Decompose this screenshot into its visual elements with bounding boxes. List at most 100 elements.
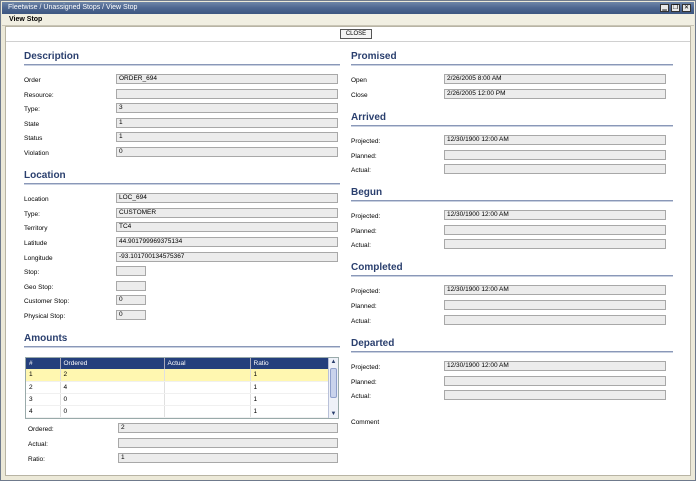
location-type-label: Type: — [24, 211, 40, 218]
table-cell: 1 — [26, 369, 61, 382]
scroll-up-icon[interactable]: ▲ — [329, 358, 338, 366]
ratio-field[interactable]: 1 — [118, 453, 338, 463]
location-divider — [24, 183, 340, 185]
completed-planned-label: Planned: — [351, 303, 377, 310]
state-label: State — [24, 121, 40, 128]
longitude-field[interactable]: -93.101700134575367 — [116, 252, 338, 262]
promised-divider — [351, 64, 673, 66]
actual-amount-label: Actual: — [28, 441, 48, 448]
description-divider — [24, 64, 340, 66]
arrived-planned-field[interactable] — [444, 150, 666, 160]
table-cell: 1 — [250, 405, 329, 418]
column-header[interactable]: Actual — [164, 358, 251, 369]
comment-label: Comment — [351, 419, 380, 426]
close-icon[interactable]: ✕ — [682, 4, 691, 12]
table-row[interactable]: 3 0 1 — [26, 393, 329, 406]
departed-projected-label: Projected: — [351, 364, 381, 371]
toolbar: CLOSE — [6, 27, 690, 41]
scroll-down-icon[interactable]: ▼ — [329, 410, 338, 418]
window-title: Fleetwise / Unassigned Stops / View Stop — [8, 4, 138, 11]
customer-stop-field[interactable]: 0 — [116, 295, 146, 305]
territory-field[interactable]: TC4 — [116, 222, 338, 232]
actual-amount-field[interactable] — [118, 438, 338, 448]
customer-stop-label: Customer Stop: — [24, 298, 70, 305]
ordered-field[interactable]: 2 — [118, 423, 338, 433]
begun-projected-label: Projected: — [351, 213, 381, 220]
stop-label: Stop: — [24, 269, 40, 276]
amounts-table: # Ordered Actual Ratio 1 2 1 2 4 1 3 0 1… — [26, 358, 329, 418]
departed-projected-field[interactable]: 12/30/1900 12:00 AM — [444, 361, 666, 371]
departed-title: Departed — [351, 338, 395, 349]
begun-actual-field[interactable] — [444, 239, 666, 249]
begun-planned-field[interactable] — [444, 225, 666, 235]
begun-planned-label: Planned: — [351, 228, 377, 235]
arrived-projected-field[interactable]: 12/30/1900 12:00 AM — [444, 135, 666, 145]
order-field[interactable]: ORDER_694 — [116, 74, 338, 84]
departed-planned-field[interactable] — [444, 376, 666, 386]
open-field[interactable]: 2/26/2005 8:00 AM — [444, 74, 666, 84]
scroll-thumb[interactable] — [330, 368, 337, 398]
table-cell: 0 — [60, 393, 165, 406]
close-label: Close — [351, 92, 368, 99]
begun-title: Begun — [351, 187, 383, 198]
amounts-grid[interactable]: # Ordered Actual Ratio 1 2 1 2 4 1 3 0 1… — [25, 357, 339, 419]
column-header[interactable]: Ordered — [60, 358, 165, 369]
window-controls: ▁ ❐ ✕ — [660, 4, 691, 12]
table-cell: 1 — [250, 369, 329, 382]
table-row[interactable]: 4 0 1 — [26, 405, 329, 418]
resource-field[interactable] — [116, 89, 338, 99]
latitude-label: Latitude — [24, 240, 48, 247]
departed-planned-label: Planned: — [351, 379, 377, 386]
arrived-actual-field[interactable] — [444, 164, 666, 174]
amounts-title: Amounts — [24, 333, 68, 344]
close-field[interactable]: 2/26/2005 12:00 PM — [444, 89, 666, 99]
type-field[interactable]: 3 — [116, 103, 338, 113]
ordered-label: Ordered: — [28, 426, 54, 433]
view-header: View Stop — [2, 14, 694, 26]
close-button[interactable]: CLOSE — [340, 29, 372, 39]
column-header[interactable]: # — [26, 358, 61, 369]
amounts-divider — [24, 346, 340, 348]
arrived-planned-label: Planned: — [351, 153, 377, 160]
state-field[interactable]: 1 — [116, 118, 338, 128]
completed-divider — [351, 275, 673, 277]
promised-title: Promised — [351, 51, 397, 62]
arrived-projected-label: Projected: — [351, 138, 381, 145]
title-bar: Fleetwise / Unassigned Stops / View Stop… — [2, 2, 694, 14]
restore-icon[interactable]: ❐ — [671, 4, 680, 12]
table-row[interactable]: 1 2 1 — [26, 369, 329, 382]
grid-scrollbar[interactable]: ▲ ▼ — [328, 358, 338, 418]
table-cell — [164, 405, 251, 418]
completed-projected-field[interactable]: 12/30/1900 12:00 AM — [444, 285, 666, 295]
completed-actual-field[interactable] — [444, 315, 666, 325]
location-field[interactable]: LOC_694 — [116, 193, 338, 203]
table-row[interactable]: 2 4 1 — [26, 381, 329, 394]
column-header[interactable]: Ratio — [250, 358, 329, 369]
completed-actual-label: Actual: — [351, 318, 371, 325]
violation-field[interactable]: 0 — [116, 147, 338, 157]
physical-stop-field[interactable]: 0 — [116, 310, 146, 320]
view-stop-window: Fleetwise / Unassigned Stops / View Stop… — [0, 0, 696, 481]
completed-title: Completed — [351, 262, 403, 273]
stop-field[interactable] — [116, 266, 146, 276]
departed-actual-field[interactable] — [444, 390, 666, 400]
ratio-label: Ratio: — [28, 456, 45, 463]
resource-label: Resource: — [24, 92, 54, 99]
minimize-icon[interactable]: ▁ — [660, 4, 669, 12]
location-label: Location — [24, 196, 49, 203]
begun-divider — [351, 200, 673, 202]
location-type-field[interactable]: CUSTOMER — [116, 208, 338, 218]
table-cell: 2 — [26, 381, 61, 394]
physical-stop-label: Physical Stop: — [24, 313, 66, 320]
status-field[interactable]: 1 — [116, 132, 338, 142]
completed-projected-label: Projected: — [351, 288, 381, 295]
arrived-title: Arrived — [351, 112, 387, 123]
order-label: Order — [24, 77, 41, 84]
geo-stop-field[interactable] — [116, 281, 146, 291]
begun-projected-field[interactable]: 12/30/1900 12:00 AM — [444, 210, 666, 220]
arrived-divider — [351, 125, 673, 127]
latitude-field[interactable]: 44.901799969375134 — [116, 237, 338, 247]
table-cell: 4 — [60, 381, 165, 394]
completed-planned-field[interactable] — [444, 300, 666, 310]
table-cell: 1 — [250, 393, 329, 406]
